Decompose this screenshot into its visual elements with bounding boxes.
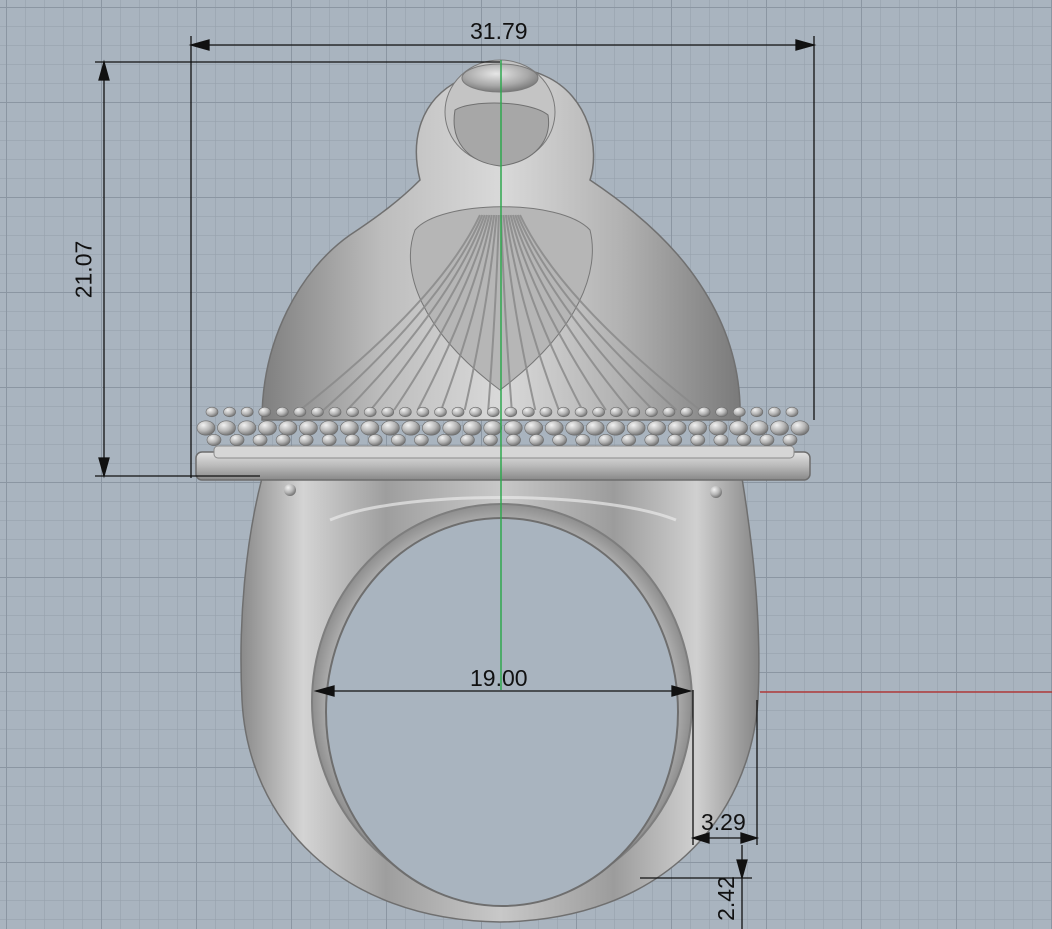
rim-bead (206, 434, 222, 446)
rim-bead (346, 406, 359, 418)
rim-bead (598, 434, 613, 446)
rim-bead (621, 434, 637, 446)
rim-bead (565, 420, 584, 436)
rim-bead (644, 434, 660, 446)
rim-bead (627, 406, 641, 418)
rim-bead (223, 406, 236, 418)
rim-bead (340, 420, 359, 436)
rim-bead (552, 434, 567, 446)
rim-bead (483, 420, 503, 436)
rim-bead (503, 420, 523, 436)
rim-bead (321, 434, 337, 446)
rim-bead (575, 434, 590, 446)
rim-bead (278, 420, 298, 436)
rim-bead (196, 420, 216, 436)
rim-bead (690, 434, 706, 446)
head-height-dimension[interactable]: 21.07 (70, 241, 96, 299)
rim-bead (524, 420, 544, 436)
rim-bead (442, 420, 462, 436)
rim-bead (460, 434, 475, 446)
rim-bead (662, 406, 676, 418)
rim-bead (293, 406, 307, 418)
ring-shank (240, 477, 760, 923)
rim-bead (414, 434, 429, 446)
rim-bead (298, 434, 314, 446)
front-viewport[interactable]: 31.79 21.07 19.00 3.29 2.42 (0, 0, 1052, 929)
rim-bead (367, 434, 383, 446)
shank-thickness-dimension[interactable]: 2.42 (713, 876, 739, 921)
rim-bead (759, 434, 775, 446)
rim-bead (770, 420, 789, 436)
shank-width-dimension[interactable]: 3.29 (701, 811, 746, 834)
rim-bead (544, 420, 564, 436)
rim-bead (391, 434, 406, 446)
rim-bead (363, 406, 377, 418)
rim-bead (258, 420, 277, 436)
rim-bead (708, 420, 728, 436)
rim-bead (713, 434, 729, 446)
rim-bead (381, 406, 395, 418)
rim-bead (422, 420, 441, 436)
rim-bead (529, 434, 544, 446)
rim-bead (229, 434, 245, 446)
rim-bead (557, 406, 570, 418)
rim-bead (504, 406, 518, 418)
rim-bead (469, 406, 482, 418)
rim-bead (506, 434, 521, 446)
rim-bead (667, 434, 683, 446)
rim-bead (401, 420, 421, 436)
rim-bead (729, 420, 748, 436)
rim-bead (360, 420, 380, 436)
rim-bead (609, 406, 623, 418)
rim-bead (205, 406, 219, 418)
rim-bead (574, 406, 588, 418)
rim-bead (522, 406, 535, 418)
rim-bead (715, 406, 728, 418)
rim-bead (736, 434, 752, 446)
rim-bead (732, 406, 746, 418)
rim-bead (328, 406, 342, 418)
rim-bead (258, 406, 272, 418)
rim-bead (434, 406, 447, 418)
inner-diameter-dimension[interactable]: 19.00 (470, 667, 528, 690)
rim-bead (276, 406, 289, 418)
rim-bead (416, 406, 430, 418)
rim-bead (768, 406, 781, 418)
ring-model-scene[interactable] (0, 0, 1052, 929)
rim-bead (585, 420, 605, 436)
rim-bead (381, 420, 400, 436)
rim-bead (399, 406, 412, 418)
rim-bead (437, 434, 452, 446)
rim-bead (782, 434, 798, 446)
rim-bead (606, 420, 625, 436)
rim-bead (785, 406, 799, 418)
rim-bead (647, 420, 666, 436)
rim-bead (240, 406, 254, 418)
rim-bead (344, 434, 360, 446)
rim-bead (217, 420, 236, 436)
rim-bead (592, 406, 605, 418)
rim-bead (451, 406, 465, 418)
rim-bead (275, 434, 291, 446)
rim-bead (319, 420, 339, 436)
rim-bead (626, 420, 646, 436)
rim-bead (697, 406, 711, 418)
rim-bead (680, 406, 693, 418)
rim-bead (237, 420, 257, 436)
rim-bead (667, 420, 687, 436)
rim-bead (299, 420, 318, 436)
rim-bead (645, 406, 658, 418)
rim-bead (483, 434, 498, 446)
rim-bead (688, 420, 707, 436)
rim-bead (539, 406, 553, 418)
rim-bead (749, 420, 769, 436)
rim-bead (462, 420, 482, 436)
rim-bead (486, 406, 500, 418)
rim-bead (750, 406, 764, 418)
top-width-dimension[interactable]: 31.79 (470, 20, 528, 43)
rim-bead (790, 420, 810, 436)
rim-bead (311, 406, 324, 418)
rim-bead (252, 434, 268, 446)
